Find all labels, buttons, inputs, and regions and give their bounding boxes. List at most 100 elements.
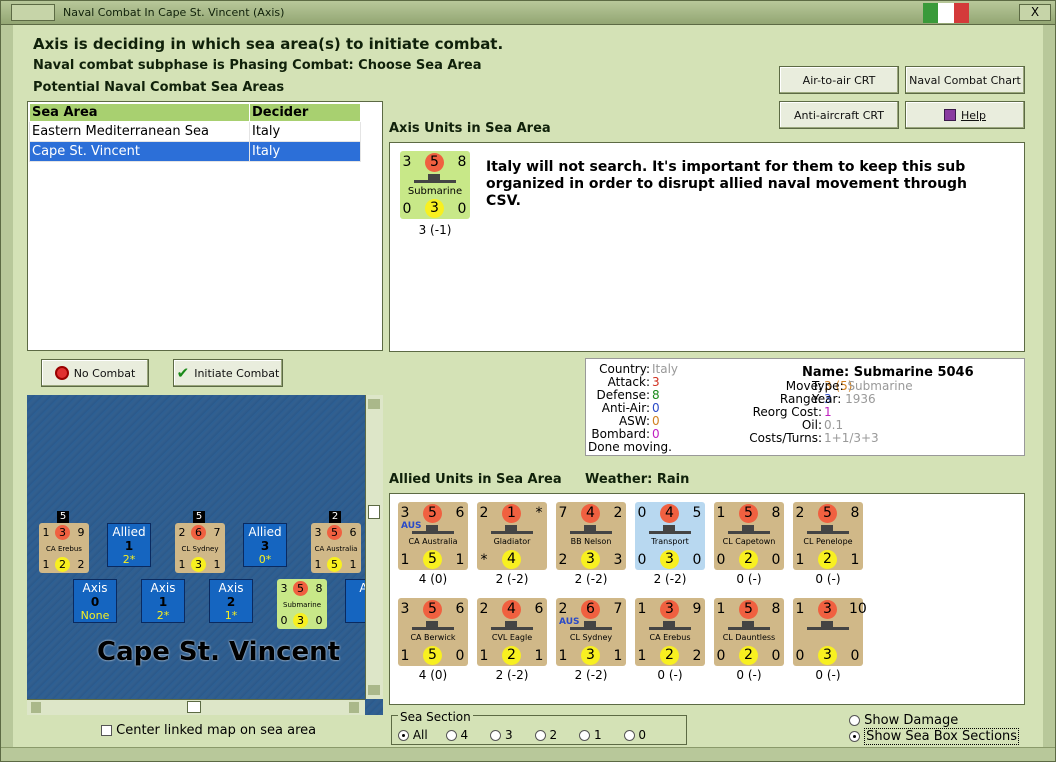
- counter-attack: 1: [502, 504, 521, 523]
- counter-caption: 2 (-2): [574, 668, 608, 682]
- sea-areas-heading: Potential Naval Combat Sea Areas: [33, 80, 285, 95]
- counter-attack: 5: [293, 581, 308, 596]
- counter-tl: 1: [42, 526, 50, 539]
- counter-defense: 4: [502, 550, 521, 569]
- counter-attack: 4: [502, 600, 521, 619]
- sea-box-section[interactable]: Axis 2 1*: [209, 579, 253, 623]
- allied-unit-counter[interactable]: 1 5 8 CL Capetown 0 2 0: [714, 502, 784, 570]
- col-sea-area: Sea Area: [29, 103, 250, 122]
- air-to-air-crt-button[interactable]: Air-to-air CRT: [779, 66, 899, 94]
- scroll-thumb[interactable]: [187, 701, 201, 713]
- close-button[interactable]: X: [1019, 4, 1051, 21]
- scroll-up-icon[interactable]: [368, 399, 380, 409]
- counter-attack: 3: [660, 600, 679, 619]
- counter-br: 1: [213, 558, 221, 571]
- sea-section-option[interactable]: 3: [490, 728, 513, 742]
- center-map-checkbox[interactable]: Center linked map on sea area: [101, 723, 316, 738]
- map-unit-counter[interactable]: 1 3 9 CA Erebus 1 2 2: [39, 523, 89, 573]
- naval-combat-chart-button[interactable]: Naval Combat Chart: [905, 66, 1025, 94]
- sea-section-option[interactable]: 0: [623, 728, 646, 742]
- checkbox-box[interactable]: [101, 725, 112, 736]
- radio-button[interactable]: [398, 730, 409, 741]
- scroll-left-icon[interactable]: [31, 702, 41, 713]
- sea-box-section[interactable]: Allied 1 2*: [107, 523, 151, 567]
- sea-section-option[interactable]: 4: [445, 728, 468, 742]
- allied-unit-counter[interactable]: 3 5 6 CA Berwick 1 5 0: [398, 598, 468, 666]
- counter-bl: *: [480, 552, 488, 568]
- radio-button[interactable]: [579, 730, 591, 741]
- anti-aircraft-crt-button[interactable]: Anti-aircraft CRT: [779, 101, 899, 129]
- allied-unit-counter[interactable]: 2 1 * Gladiator * 4: [477, 502, 547, 570]
- sea-box-section[interactable]: Allied 3 0*: [243, 523, 287, 567]
- counter-bl: 1: [479, 648, 489, 664]
- allied-unit-counter[interactable]: 7 4 2 BB Nelson 2 3 3: [556, 502, 626, 570]
- counter-defense: 2: [502, 646, 521, 665]
- show-sections-option[interactable]: Show Sea Box Sections: [849, 728, 1020, 745]
- col-decider: Decider: [249, 103, 361, 122]
- allied-unit-counter[interactable]: 2 5 8 CL Penelope 1 2 1: [793, 502, 863, 570]
- counter-defense: 2: [739, 550, 758, 569]
- counter-br: 1: [850, 552, 860, 568]
- counter-tr: 9: [77, 526, 85, 539]
- system-menu-button[interactable]: [11, 4, 55, 21]
- window-title: Naval Combat In Cape St. Vincent (Axis): [63, 6, 285, 19]
- sea-box-side: Allied: [112, 525, 146, 539]
- allied-unit-counter[interactable]: 1 5 8 CL Dauntless 0 2 0: [714, 598, 784, 666]
- counter-name: CA Erebus: [649, 633, 691, 642]
- cell-area: Eastern Mediterranean Sea: [29, 121, 250, 142]
- allied-unit-counter[interactable]: 2 4 6 CVL Eagle 1 2 1: [477, 598, 547, 666]
- counter-br: 0: [850, 648, 860, 664]
- radio-button[interactable]: [490, 730, 502, 741]
- counter-caption: 3 (-1): [418, 223, 452, 237]
- table-row-selected[interactable]: Cape St. Vincent Italy: [29, 141, 361, 162]
- allied-unit-counter[interactable]: 3 5 6 AUS CA Australia 1 5 1: [398, 502, 468, 570]
- sea-section-option[interactable]: 2: [534, 728, 558, 742]
- counter-caption: 0 (-): [815, 572, 841, 586]
- initiate-combat-button[interactable]: ✔ Initiate Combat: [173, 359, 283, 387]
- sea-section-option[interactable]: All: [398, 728, 428, 742]
- table-row[interactable]: Eastern Mediterranean Sea Italy: [29, 121, 361, 142]
- radio-button-selected[interactable]: [849, 731, 860, 742]
- no-combat-button[interactable]: No Combat: [41, 359, 149, 387]
- cell-decider: Italy: [249, 121, 361, 142]
- map-unit-counter[interactable]: 3 5 6 CA Australia 1 5 1: [311, 523, 361, 573]
- counter-attack: 5: [327, 525, 342, 540]
- scroll-down-icon[interactable]: [368, 685, 380, 695]
- sea-section-title: Sea Section: [398, 710, 473, 724]
- axis-submarine-counter[interactable]: 3 5 8 Submarine 0 3 0: [400, 151, 470, 219]
- counter-bl: 2: [558, 552, 568, 568]
- counter-defense: 5: [327, 557, 342, 572]
- map-vertical-scrollbar[interactable]: [365, 395, 383, 699]
- allied-unit-counter[interactable]: 1 3 10 0 3 0: [793, 598, 867, 666]
- radio-button[interactable]: [623, 730, 635, 741]
- allied-unit-counter[interactable]: 0 4 5 Transport 0 3 0: [635, 502, 705, 570]
- sea-section-option-label: 2: [549, 728, 558, 742]
- ship-icon: [412, 621, 454, 630]
- sea-box-number: 1: [124, 539, 134, 553]
- sea-area-map[interactable]: Cape St. Vincent 1 3 9 CA Erebus 1 2 2 5 2 6 7 CL S…: [27, 395, 383, 715]
- sea-box-section[interactable]: Axis 1 2*: [141, 579, 185, 623]
- counter-tl: 0: [637, 505, 647, 521]
- value-year: 1936: [845, 392, 876, 406]
- scroll-right-icon[interactable]: [349, 702, 359, 713]
- map-unit-counter[interactable]: 3 5 8 Submarine 0 3 0: [277, 579, 327, 629]
- show-damage-option[interactable]: Show Damage: [849, 713, 958, 728]
- counter-tr: 7: [613, 601, 623, 617]
- scroll-thumb[interactable]: [368, 505, 380, 519]
- counter-name: Submarine: [283, 601, 321, 609]
- sea-box-section[interactable]: Axis 0 None: [73, 579, 117, 623]
- map-unit-counter[interactable]: 2 6 7 CL Sydney 1 3 1: [175, 523, 225, 573]
- map-horizontal-scrollbar[interactable]: [27, 699, 365, 715]
- help-button[interactable]: Help: [905, 101, 1025, 129]
- radio-button[interactable]: [849, 715, 860, 726]
- ship-icon: [649, 525, 691, 534]
- anti-aircraft-label: Anti-aircraft CRT: [794, 108, 884, 122]
- counter-name: Gladiator: [493, 537, 531, 546]
- allied-unit-counter[interactable]: 1 3 9 CA Erebus 1 2 2: [635, 598, 705, 666]
- radio-button[interactable]: [534, 730, 546, 741]
- radio-button[interactable]: [445, 730, 457, 741]
- allied-unit-counter[interactable]: 2 6 7 AUS CL Sydney 1 3 1: [556, 598, 626, 666]
- counter-tl: 2: [479, 505, 489, 521]
- counter-attack: 3: [55, 525, 70, 540]
- sea-section-option[interactable]: 1: [579, 728, 602, 742]
